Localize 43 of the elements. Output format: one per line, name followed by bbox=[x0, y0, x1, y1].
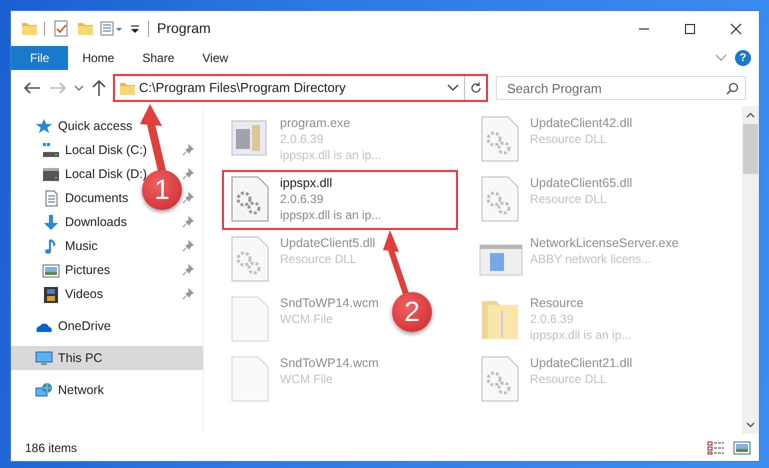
file-name: UpdateClient21.dll bbox=[530, 355, 632, 371]
file-detail: 2.0.6.39 bbox=[280, 191, 324, 207]
file-detail: Resource DLL bbox=[530, 371, 608, 387]
file-detail: ippspx.dll is an ip... bbox=[280, 207, 382, 223]
file-name: SndToWP14.wcm bbox=[280, 295, 379, 311]
file-name: NetworkLicenseServer.exe bbox=[530, 235, 679, 251]
help-button[interactable]: ? bbox=[735, 50, 751, 66]
file-name: UpdateClient5.dll bbox=[280, 235, 376, 251]
sidebar-item[interactable]: OneDrive bbox=[58, 318, 111, 333]
file-name: program.exe bbox=[280, 115, 352, 131]
ribbon-tab[interactable]: View bbox=[188, 46, 242, 70]
sidebar-item[interactable]: Downloads bbox=[65, 214, 127, 229]
file-detail: ippspx.dll is an ip... bbox=[530, 327, 632, 343]
file-name: UpdateClient65.dll bbox=[530, 175, 632, 191]
sidebar-item[interactable]: Local Disk (C:) bbox=[65, 142, 147, 157]
sidebar-item[interactable]: Pictures bbox=[65, 262, 110, 277]
sidebar-item[interactable]: Network bbox=[58, 382, 104, 397]
sidebar-item[interactable]: This PC bbox=[58, 350, 102, 365]
file-name: ippspx.dll bbox=[280, 175, 334, 191]
file-detail: ABBY network licens... bbox=[530, 251, 652, 267]
file-detail: WCM File bbox=[280, 311, 334, 327]
item-count: 186 items bbox=[25, 440, 78, 456]
sidebar-item[interactable]: Quick access bbox=[58, 118, 132, 133]
address-field[interactable]: C:\Program Files\Program Directory bbox=[113, 74, 488, 102]
file-detail: WCM File bbox=[280, 371, 334, 387]
file-detail: Resource DLL bbox=[280, 251, 358, 267]
file-menu-tab[interactable]: File bbox=[11, 46, 68, 70]
address-path: C:\Program Files\Program Directory bbox=[138, 79, 347, 98]
file-detail: 2.0.6.39 bbox=[280, 131, 324, 147]
sidebar-item[interactable]: Videos bbox=[65, 286, 103, 301]
file-detail: 2.0.6.39 bbox=[530, 311, 574, 327]
ribbon-tab[interactable]: Share bbox=[128, 46, 188, 70]
ribbon-tab[interactable]: Home bbox=[68, 46, 128, 70]
file-name: UpdateClient42.dll bbox=[530, 115, 632, 131]
window-title: Program bbox=[157, 19, 211, 38]
search-field[interactable]: Search Program bbox=[496, 76, 746, 100]
file-detail: ippspx.dll is an ip... bbox=[280, 147, 382, 163]
sidebar-item[interactable]: Documents bbox=[65, 190, 128, 205]
sidebar-item[interactable]: Music bbox=[65, 238, 98, 253]
file-name: Resource bbox=[530, 295, 584, 311]
file-name: SndToWP14.wcm bbox=[280, 355, 379, 371]
file-detail: Resource DLL bbox=[530, 131, 608, 147]
file-detail: Resource DLL bbox=[530, 191, 608, 207]
